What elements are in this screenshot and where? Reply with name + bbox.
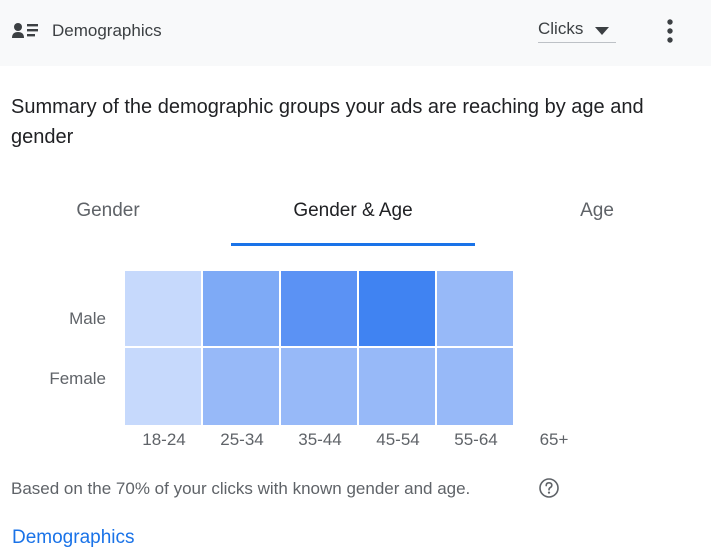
col-label-25-34: 25-34: [220, 430, 264, 449]
person-list-icon: [12, 23, 38, 38]
tab-gender-age[interactable]: Gender & Age: [253, 198, 453, 228]
demographics-link[interactable]: Demographics: [12, 526, 135, 550]
col-label-55-64: 55-64: [454, 430, 498, 449]
heatmap-cell[interactable]: [437, 271, 515, 348]
heatmap-cell[interactable]: [281, 271, 359, 348]
tab-age[interactable]: Age: [556, 198, 638, 228]
card-title: Demographics: [52, 21, 162, 40]
help-circle-icon[interactable]: [538, 477, 560, 499]
heatmap-cell[interactable]: [203, 348, 281, 425]
caret-down-icon: [595, 27, 609, 35]
summary-text: Summary of the demographic groups your a…: [11, 96, 644, 148]
card-header: Demographics Clicks: [0, 0, 711, 66]
coverage-footnote: Based on the 70% of your clicks with kno…: [11, 479, 471, 498]
row-label-male: Male: [69, 309, 106, 328]
heatmap-cell[interactable]: [437, 348, 515, 425]
col-label-35-44: 35-44: [298, 430, 342, 449]
metric-dropdown[interactable]: Clicks: [538, 16, 616, 43]
heatmap-cell[interactable]: [203, 271, 281, 348]
heatmap-cell[interactable]: [125, 271, 203, 348]
tab-gender[interactable]: Gender: [48, 198, 168, 228]
active-tab-indicator: [231, 243, 475, 246]
col-label-18-24: 18-24: [142, 430, 186, 449]
heatmap-cell[interactable]: [281, 348, 359, 425]
col-label-65-plus: 65+: [539, 430, 569, 449]
heatmap-cell[interactable]: [125, 348, 203, 425]
more-vert-icon[interactable]: [661, 16, 679, 46]
heatmap-cell[interactable]: [359, 348, 437, 425]
metric-dropdown-value: Clicks: [538, 19, 584, 38]
row-label-female: Female: [49, 369, 106, 388]
heatmap-cell[interactable]: [359, 271, 437, 348]
col-label-45-54: 45-54: [376, 430, 420, 449]
